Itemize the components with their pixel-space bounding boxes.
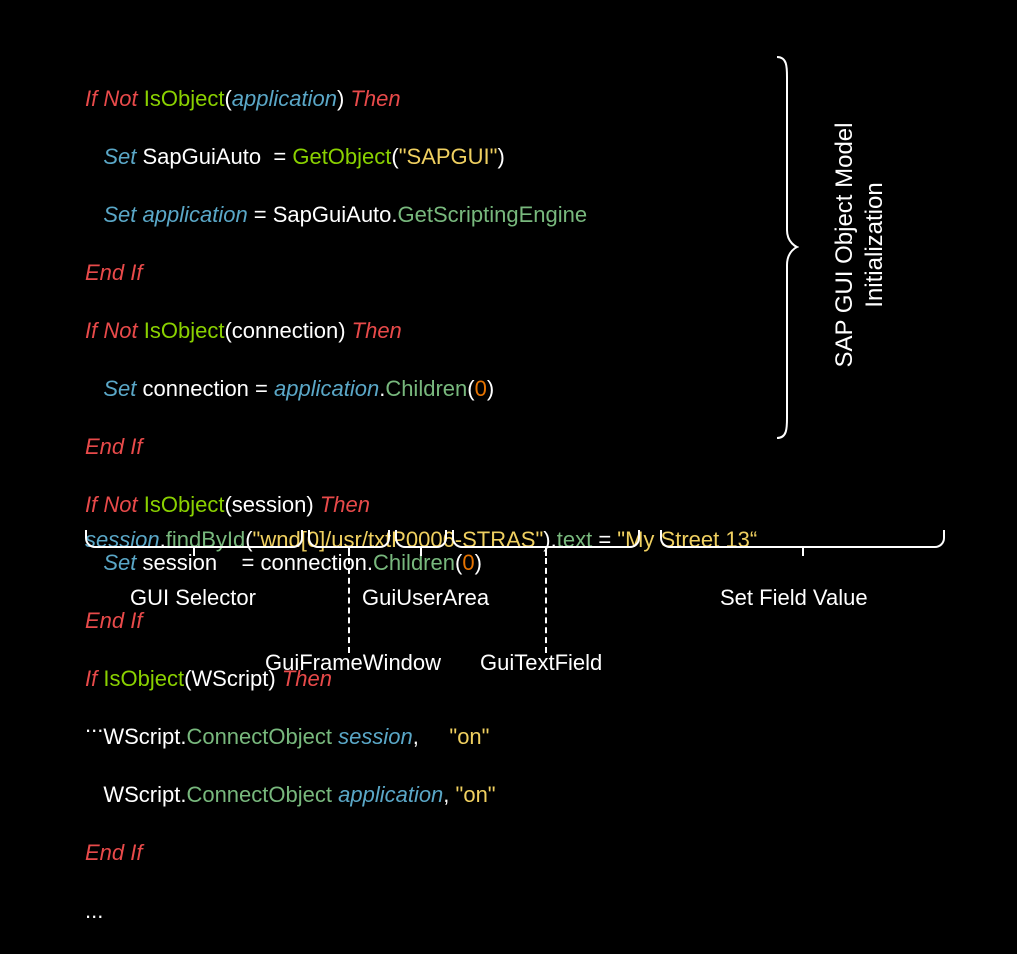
dashed-connector bbox=[348, 558, 350, 653]
code-line: End If bbox=[85, 258, 587, 287]
label-gui-text-field: GuiTextField bbox=[480, 650, 602, 676]
label-set-field-value: Set Field Value bbox=[720, 585, 868, 611]
dashed-connector bbox=[545, 558, 547, 653]
bracket-annotations bbox=[0, 530, 1017, 630]
label-gui-user-area: GuiUserArea bbox=[362, 585, 489, 611]
code-line: Set SapGuiAuto = GetObject("SAPGUI") bbox=[85, 142, 587, 171]
code-line: If Not IsObject(connection) Then bbox=[85, 316, 587, 345]
bracket-gui-selector bbox=[85, 530, 303, 548]
ellipsis: ... bbox=[85, 712, 103, 738]
label-gui-frame-window: GuiFrameWindow bbox=[265, 650, 441, 676]
brace-right bbox=[775, 55, 799, 440]
label-gui-selector: GUI Selector bbox=[130, 585, 256, 611]
code-line: WScript.ConnectObject application, "on" bbox=[85, 780, 587, 809]
code-line: End If bbox=[85, 838, 587, 867]
code-line: ... bbox=[85, 896, 587, 925]
code-line: WScript.ConnectObject session, "on" bbox=[85, 722, 587, 751]
bracket-gui-user-area bbox=[395, 530, 447, 548]
bracket-set-field-value bbox=[660, 530, 945, 548]
code-line: Set connection = application.Children(0) bbox=[85, 374, 587, 403]
bracket-gui-frame-window bbox=[308, 530, 390, 548]
code-line: If Not IsObject(application) Then bbox=[85, 84, 587, 113]
code-line: End If bbox=[85, 432, 587, 461]
bracket-gui-text-field bbox=[452, 530, 640, 548]
code-line: Set application = SapGuiAuto.GetScriptin… bbox=[85, 200, 587, 229]
right-brace-label: SAP GUI Object Model Initialization bbox=[830, 50, 890, 440]
